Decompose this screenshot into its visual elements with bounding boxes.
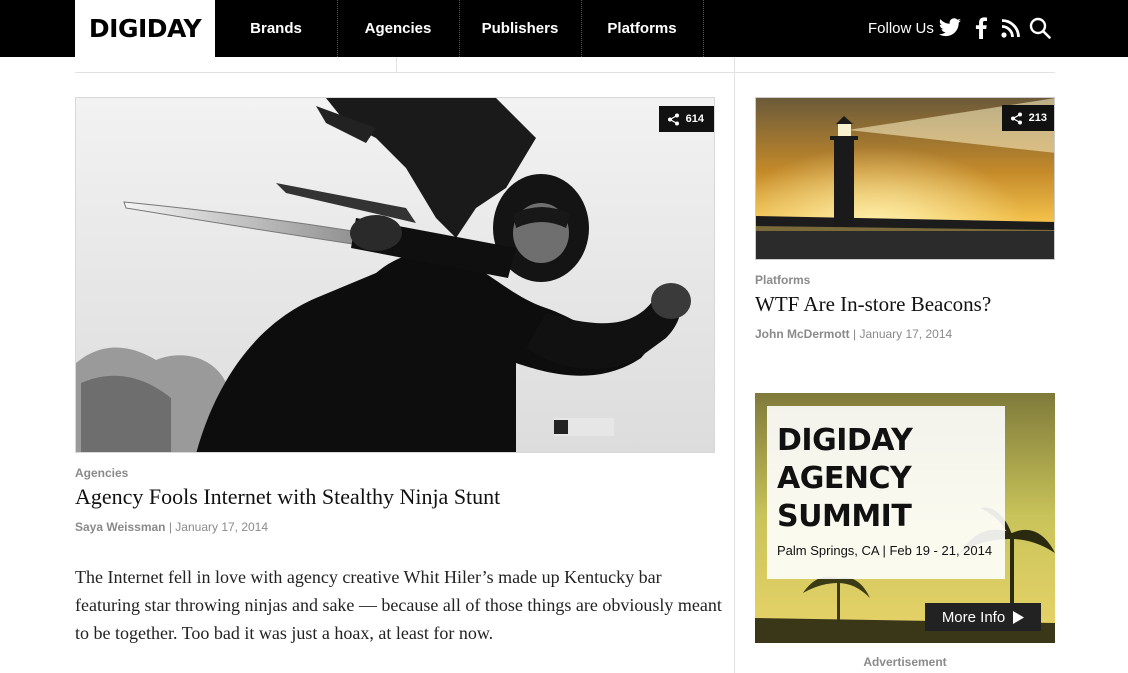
content-divider <box>396 57 397 72</box>
ad-title-line: SUMMIT <box>777 499 912 534</box>
nav-item-agencies[interactable]: Agencies <box>338 0 458 57</box>
share-icon <box>667 113 679 125</box>
content-divider <box>75 72 1055 73</box>
twitter-icon[interactable] <box>937 14 963 42</box>
digiday-logo[interactable]: DIGIDAY <box>75 0 215 57</box>
share-count-badge[interactable]: 614 <box>658 106 714 132</box>
more-info-button[interactable]: More Info <box>925 603 1041 631</box>
main-story-headline[interactable]: Agency Fools Internet with Stealthy Ninj… <box>75 484 500 510</box>
side-story-category[interactable]: Platforms <box>755 273 810 287</box>
search-icon[interactable] <box>1027 14 1053 42</box>
top-nav: DIGIDAY Brands Agencies Publishers Platf… <box>0 0 1128 57</box>
main-story-excerpt: The Internet fell in love with agency cr… <box>75 567 722 643</box>
side-story-byline: John McDermott | January 17, 2014 <box>755 327 952 341</box>
ad-subtitle: Palm Springs, CA | Feb 19 - 21, 2014 <box>777 543 993 558</box>
ninja-photo <box>76 98 714 452</box>
ad-title-line: DIGIDAY <box>777 423 913 458</box>
column-divider <box>734 57 735 673</box>
main-story-category[interactable]: Agencies <box>75 466 128 480</box>
ad-title-line: AGENCY <box>777 461 912 496</box>
share-count: 213 <box>1028 112 1047 124</box>
follow-us-label: Follow Us <box>868 20 934 37</box>
logo-text: DIGIDAY <box>88 14 202 43</box>
nav-item-brands[interactable]: Brands <box>216 0 336 57</box>
main-story-image[interactable]: 614 <box>75 97 715 453</box>
nav-item-publishers[interactable]: Publishers <box>460 0 580 57</box>
play-arrow-icon <box>1013 610 1025 624</box>
nav-divider <box>703 0 704 57</box>
ad-card: DIGIDAY AGENCY SUMMIT Palm Springs, CA |… <box>767 406 1005 579</box>
advertisement-label: Advertisement <box>863 655 947 669</box>
agency-summit-ad[interactable]: DIGIDAY AGENCY SUMMIT Palm Springs, CA |… <box>755 393 1055 643</box>
side-story-author[interactable]: John McDermott <box>755 327 850 341</box>
nav-item-platforms[interactable]: Platforms <box>582 0 702 57</box>
rss-icon[interactable] <box>998 14 1024 42</box>
main-story-date: | January 17, 2014 <box>168 520 269 534</box>
side-story-date: | January 17, 2014 <box>853 327 953 341</box>
main-story-byline: Saya Weissman | January 17, 2014 <box>75 520 268 534</box>
side-story-image[interactable]: 213 <box>755 97 1055 260</box>
share-icon <box>1010 112 1022 124</box>
facebook-icon[interactable] <box>968 14 994 42</box>
ad-title: DIGIDAY AGENCY SUMMIT <box>777 422 913 536</box>
share-count-badge[interactable]: 213 <box>1001 105 1054 131</box>
side-story-headline[interactable]: WTF Are In-store Beacons? <box>755 292 991 317</box>
more-info-label: More Info <box>941 608 1006 626</box>
share-count: 614 <box>685 113 704 125</box>
main-story-author[interactable]: Saya Weissman <box>75 520 166 534</box>
